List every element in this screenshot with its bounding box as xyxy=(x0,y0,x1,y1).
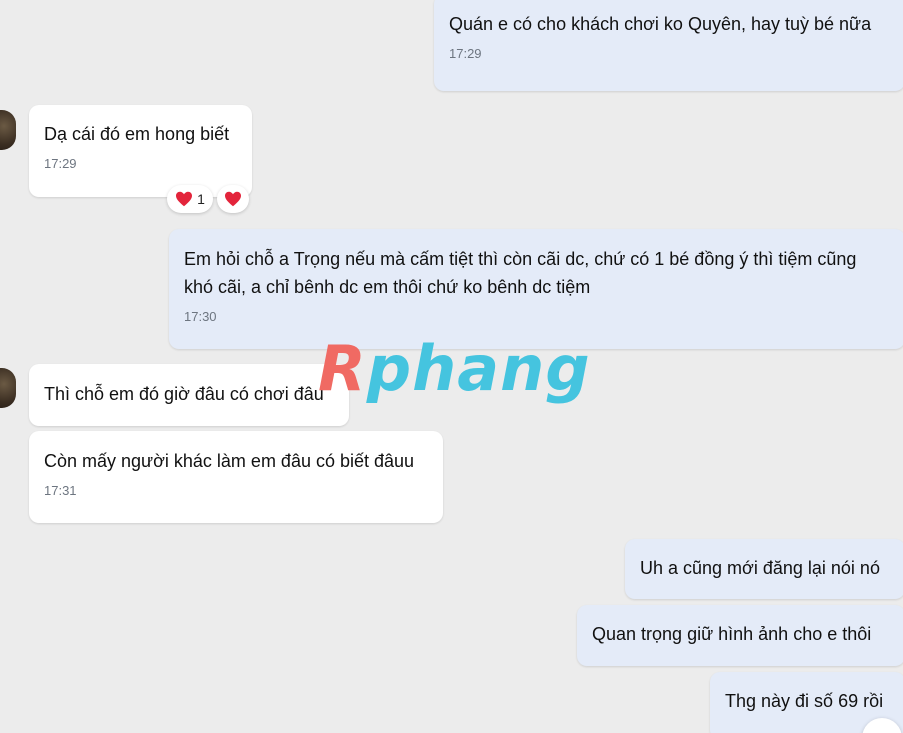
heart-icon xyxy=(176,191,193,207)
message-bubble-outgoing[interactable]: Quán e có cho khách chơi ko Quyên, hay t… xyxy=(434,0,903,91)
message-text: Thì chỗ em đó giờ đâu có chơi đâu xyxy=(44,384,324,404)
watermark-logo: Rphang xyxy=(318,332,591,405)
message-bubble-outgoing[interactable]: Uh a cũng mới đăng lại nói nó xyxy=(625,539,903,599)
message-bubble-incoming[interactable]: Thì chỗ em đó giờ đâu có chơi đâu xyxy=(29,364,349,426)
message-text: Uh a cũng mới đăng lại nói nó xyxy=(640,558,880,578)
message-text: Quán e có cho khách chơi ko Quyên, hay t… xyxy=(449,14,872,34)
add-reaction-button[interactable] xyxy=(217,185,249,213)
message-text: Quan trọng giữ hình ảnh cho e thôi xyxy=(592,624,872,644)
reaction-summary[interactable]: 1 xyxy=(167,185,213,213)
contact-avatar[interactable] xyxy=(0,110,16,150)
message-bubble-incoming[interactable]: Dạ cái đó em hong biết 17:29 xyxy=(29,105,252,197)
chat-thread: Quán e có cho khách chơi ko Quyên, hay t… xyxy=(0,0,903,733)
watermark-letter: R xyxy=(318,332,367,405)
contact-avatar[interactable] xyxy=(0,368,16,408)
message-time: 17:29 xyxy=(449,46,482,61)
message-text: Còn mấy người khác làm em đâu có biết đâ… xyxy=(44,451,415,471)
heart-icon xyxy=(225,191,241,207)
watermark-word: phang xyxy=(366,332,591,405)
message-bubble-incoming[interactable]: Còn mấy người khác làm em đâu có biết đâ… xyxy=(29,431,443,523)
reaction-count: 1 xyxy=(197,191,205,207)
message-text: Thg này đi số 69 rồi xyxy=(725,691,884,711)
message-time: 17:30 xyxy=(184,309,217,324)
message-text: Dạ cái đó em hong biết xyxy=(44,124,230,144)
message-time: 17:29 xyxy=(44,156,77,171)
message-text: Em hỏi chỗ a Trọng nếu mà cấm tiệt thì c… xyxy=(184,249,857,297)
message-bubble-outgoing[interactable]: Em hỏi chỗ a Trọng nếu mà cấm tiệt thì c… xyxy=(169,229,903,349)
message-bubble-outgoing[interactable]: Quan trọng giữ hình ảnh cho e thôi xyxy=(577,605,903,666)
message-time: 17:31 xyxy=(44,483,77,498)
